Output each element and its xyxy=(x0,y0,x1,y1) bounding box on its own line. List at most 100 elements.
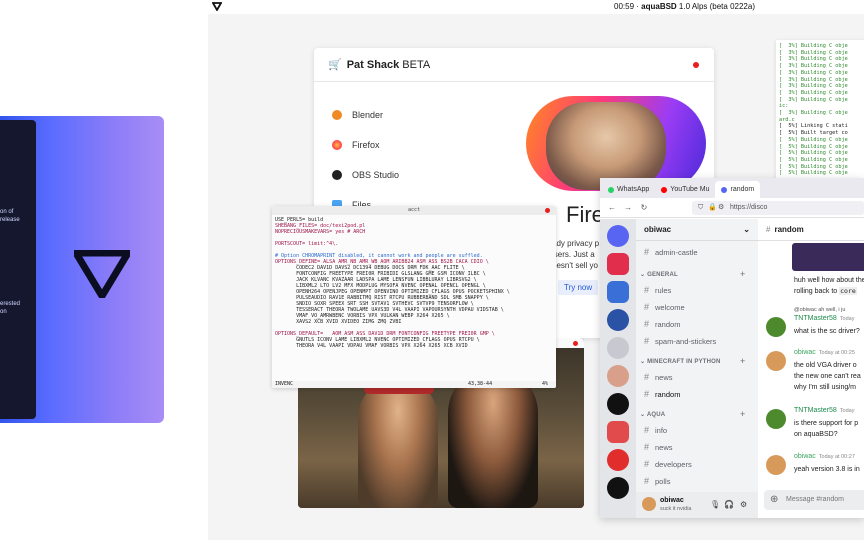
server-icon-2[interactable] xyxy=(607,281,629,303)
app-label: OBS Studio xyxy=(352,170,400,180)
chat-header: # random xyxy=(758,219,864,241)
top-menubar: 00:59 · aquaBSD 1.0 Alps (beta 0222a) xyxy=(208,0,864,14)
add-channel-icon[interactable]: + xyxy=(740,269,745,279)
server-icon-8[interactable] xyxy=(607,449,629,471)
back-icon[interactable]: ← xyxy=(604,203,620,212)
channel-label: polls xyxy=(655,476,671,486)
headphones-icon[interactable]: 🎧 xyxy=(724,500,734,509)
message-text-part: rolling back to xyxy=(794,288,840,295)
forward-icon[interactable]: → xyxy=(620,203,636,212)
add-channel-icon[interactable]: + xyxy=(740,356,745,366)
avatar[interactable] xyxy=(766,351,786,371)
message-text: the old VGA driver o xyxy=(794,362,857,369)
channel-spam-and-stickers[interactable]: # spam-and-stickers xyxy=(644,336,716,346)
message-author[interactable]: TNTMaster58 Today xyxy=(794,315,854,322)
avatar[interactable] xyxy=(766,455,786,475)
message-author[interactable]: TNTMaster58 Today xyxy=(794,407,854,414)
tab-youtube[interactable]: YouTube Mu xyxy=(655,181,715,198)
message-text: yeah version 3.8 is in xyxy=(794,466,860,473)
hash-icon: # xyxy=(644,442,650,452)
mute-icon[interactable]: 🎙 xyxy=(710,500,720,509)
channel-polls[interactable]: # polls xyxy=(644,476,670,486)
promo-line-1: on of xyxy=(0,209,14,215)
app-item-blender[interactable]: Blender xyxy=(332,100,399,130)
os-name: aquaBSD xyxy=(641,2,677,11)
message-author[interactable]: obiwac Today at 00:25 xyxy=(794,349,855,356)
pat-shack-title: Pat Shack xyxy=(346,58,400,71)
channel-welcome[interactable]: # welcome xyxy=(644,302,685,312)
tab-whatsapp[interactable]: WhatsApp xyxy=(602,181,655,198)
server-icon-3[interactable] xyxy=(607,309,629,331)
permissions-icon[interactable]: ⚙ xyxy=(718,201,724,215)
reload-icon[interactable]: ↻ xyxy=(636,203,652,212)
channel-info[interactable]: # info xyxy=(644,425,667,435)
beta-badge: BETA xyxy=(402,58,431,71)
message-author[interactable]: obiwac Today at 00:27 xyxy=(794,453,855,460)
server-icon-6[interactable] xyxy=(607,393,629,415)
close-button[interactable] xyxy=(693,62,699,68)
tab-discord[interactable]: random xyxy=(715,181,761,198)
server-icon-1[interactable] xyxy=(607,253,629,275)
category-minecraft[interactable]: ⌄ MINECRAFT IN PYTHON + xyxy=(640,356,745,366)
message-text: is there support for p xyxy=(794,420,859,427)
hash-icon: # xyxy=(644,247,650,257)
app-item-firefox[interactable]: Firefox xyxy=(332,130,399,160)
embed-image xyxy=(792,243,864,271)
editor-buffer[interactable]: USE_PERL5= build SHEBANG_FILES= doc/texi2… xyxy=(272,215,556,381)
category-label: MINECRAFT IN PYTHON xyxy=(647,359,721,365)
message-text: huh well how about the xyxy=(794,277,864,284)
server-icon-5[interactable] xyxy=(607,365,629,387)
channel-rules[interactable]: # rules xyxy=(644,285,671,295)
server-icon-4[interactable] xyxy=(607,337,629,359)
add-channel-icon[interactable]: + xyxy=(740,409,745,419)
channel-label: welcome xyxy=(655,302,685,312)
channel-admin-castle[interactable]: # admin-castle xyxy=(644,247,698,257)
aqua-triangle-logo-icon xyxy=(74,250,130,298)
video-close-button[interactable] xyxy=(573,341,578,346)
hash-icon: # xyxy=(644,372,650,382)
message-timestamp: Today xyxy=(839,316,855,322)
hash-icon: # xyxy=(644,425,650,435)
settings-gear-icon[interactable]: ⚙ xyxy=(740,500,747,509)
discord-tab-icon xyxy=(721,186,728,193)
channel-news-aqua[interactable]: # news xyxy=(644,442,673,452)
channel-news[interactable]: # news xyxy=(644,372,673,382)
build-log-line: [ 5%] Built target co xyxy=(779,130,848,137)
hero-heading: Fire xyxy=(566,202,604,227)
url-bar[interactable]: ⛉ 🔒 ⚙ https://disco xyxy=(692,201,864,215)
build-log-line: ard.c xyxy=(779,116,795,123)
build-log-line: ic: xyxy=(779,103,789,110)
build-log-line: [ 3%] Building C obje xyxy=(779,56,848,63)
try-now-button[interactable]: Try now xyxy=(558,280,599,295)
system-logo-icon[interactable] xyxy=(212,2,222,11)
shield-icon[interactable]: ⛉ xyxy=(698,201,703,215)
server-header[interactable]: obiwac ⌄ xyxy=(636,219,758,241)
category-general[interactable]: ⌄ GENERAL + xyxy=(640,269,745,279)
channel-random[interactable]: # random xyxy=(644,319,680,329)
server-icon-7[interactable] xyxy=(607,421,629,443)
avatar[interactable] xyxy=(766,317,786,337)
editor-line: THEORA V4L VAAPI VDPAU VMAF VORBIS VPX X… xyxy=(275,343,468,349)
category-aqua[interactable]: ⌄ AQUA + xyxy=(640,409,745,419)
whatsapp-icon xyxy=(608,186,614,193)
channel-random-minecraft[interactable]: # random xyxy=(644,389,680,399)
server-icon-9[interactable] xyxy=(607,477,629,499)
hash-icon: # xyxy=(644,302,650,312)
user-name: obiwac xyxy=(660,497,684,504)
chevron-down-icon[interactable]: ⌄ xyxy=(743,219,750,241)
build-log-line: [ 5%] Building C obje xyxy=(779,150,848,157)
channel-developers[interactable]: # developers xyxy=(644,459,692,469)
message-input[interactable]: ⊕ Message #random xyxy=(764,490,864,510)
avatar[interactable] xyxy=(642,497,656,511)
discord-home-icon[interactable] xyxy=(607,225,629,247)
channel-label: random xyxy=(655,319,681,329)
message-timestamp: Today xyxy=(839,408,855,414)
editor-close-button[interactable] xyxy=(545,208,550,213)
message-placeholder: Message #random xyxy=(786,496,844,503)
add-attachment-icon[interactable]: ⊕ xyxy=(770,490,778,510)
author-name: obiwac xyxy=(794,349,816,356)
channel-label: news xyxy=(655,372,673,382)
app-item-obs[interactable]: OBS Studio xyxy=(332,160,399,190)
avatar[interactable] xyxy=(766,409,786,429)
app-label: Firefox xyxy=(352,140,380,150)
